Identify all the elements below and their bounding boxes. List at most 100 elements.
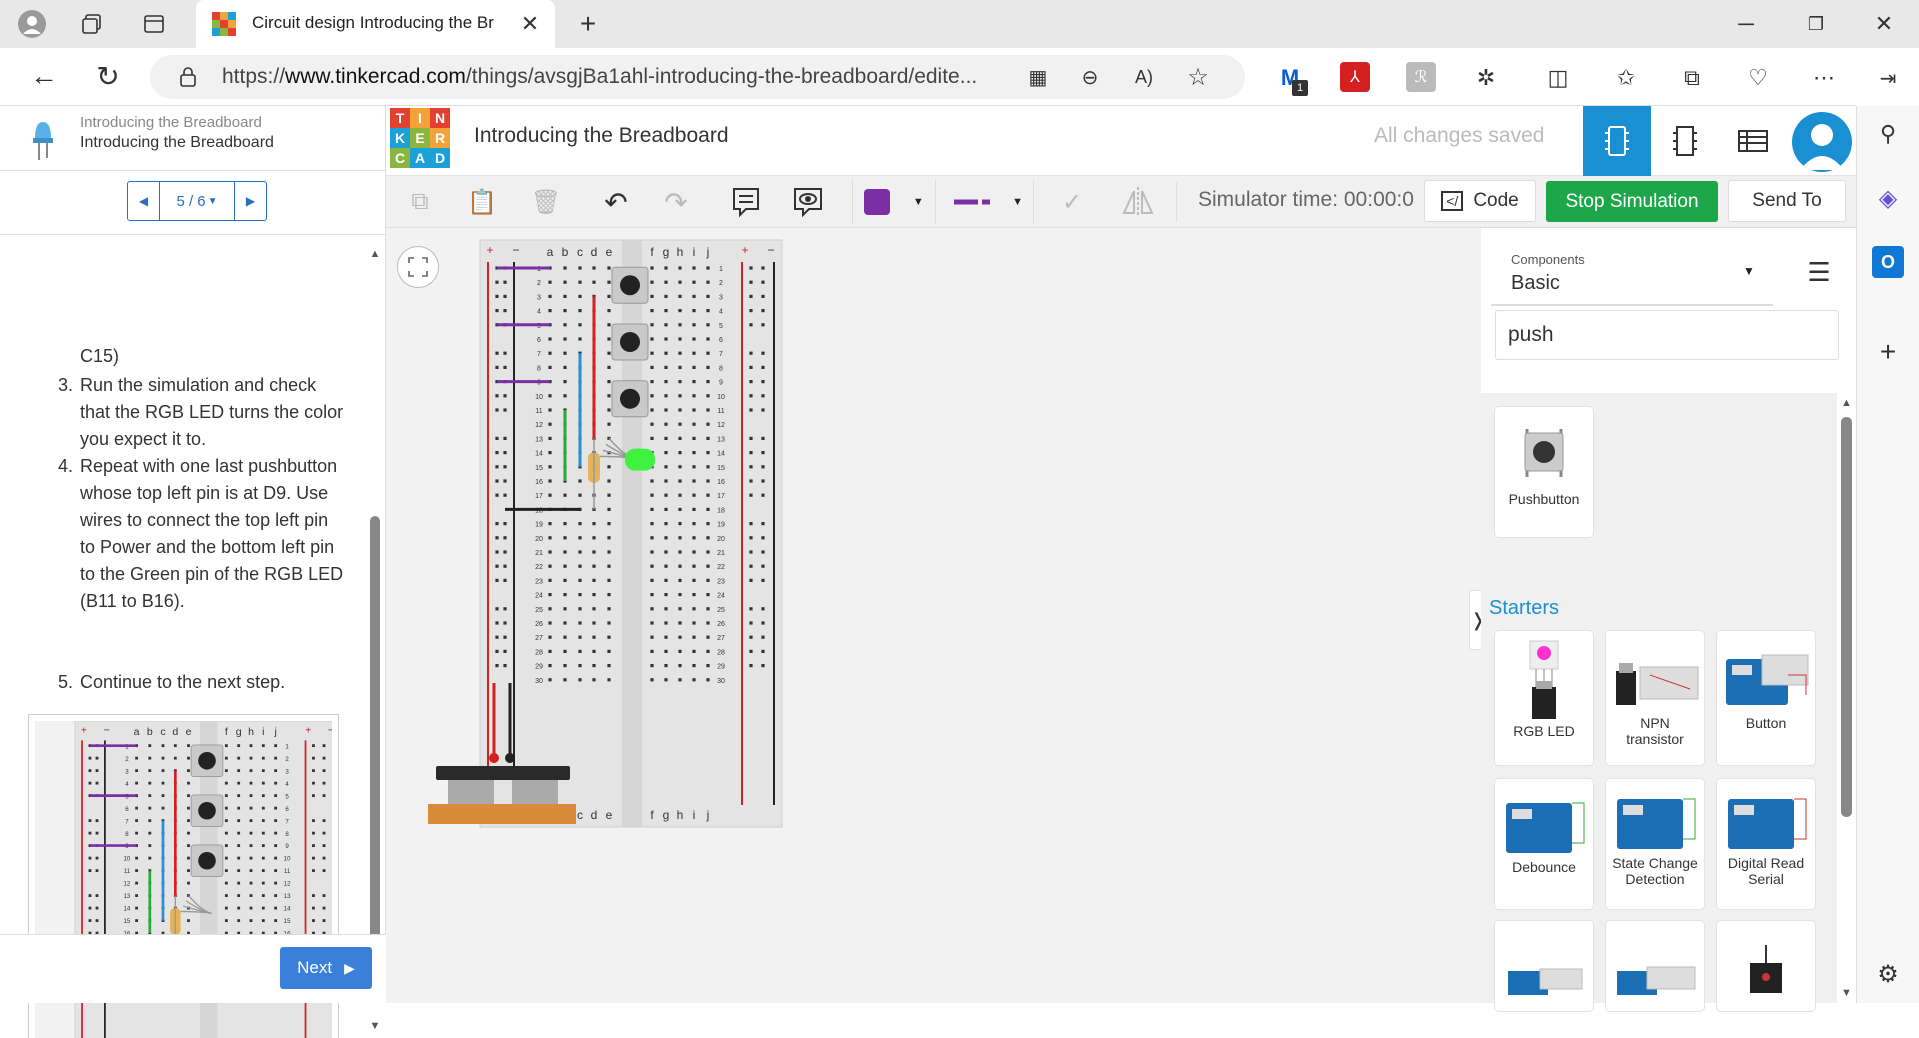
breadboard[interactable]: +−+−aabbccddeeffgghhiijj1122334455667788… [386,228,1481,1003]
copy-icon[interactable]: ⧉ [400,182,440,222]
flip-icon[interactable] [1118,182,1158,222]
stop-simulation-button[interactable]: Stop Simulation [1546,181,1718,222]
starter-card-npn-transistor[interactable]: NPN transistor [1606,631,1704,765]
schematic-view-button[interactable] [1651,106,1719,176]
breadboard-hole [563,280,567,284]
starter-card-debounce[interactable]: Debounce [1495,779,1593,909]
back-icon[interactable]: ← [24,56,64,96]
circuit-view-button[interactable] [1583,106,1651,176]
search-field[interactable]: push [1495,310,1839,360]
refresh-icon[interactable]: ↻ [88,56,128,96]
row-label: 21 [535,550,543,557]
extension-icon[interactable]: ℛ [1406,62,1436,92]
starter-card-button[interactable]: Button [1717,631,1815,765]
undo-icon[interactable]: ↶ [596,182,636,222]
breadboard-hole [563,337,567,341]
vertical-tabs-icon[interactable] [136,6,172,42]
component-card-pushbutton[interactable]: Pushbutton [1495,407,1593,537]
breadboard-hole [692,266,696,270]
sidebar-toggle-icon[interactable]: ⇥ [1872,62,1904,94]
design-title[interactable]: Introducing the Breadboard [474,124,729,148]
workplane-canvas[interactable]: +−+−aabbccddeeffgghhiijj1122334455667788… [386,228,1481,1003]
wire-style-dropdown[interactable]: ▼ [942,180,1034,224]
breadboard-hole [592,635,596,639]
rotate-icon[interactable]: ✓ [1052,182,1092,222]
step-text: Continue to the next step. [80,672,286,692]
lesson-scrollbar[interactable]: ▲ ▼ [367,246,383,1036]
collections-tabs-icon[interactable] [74,6,110,42]
panel-scrollbar[interactable]: ▲ ▼ [1837,393,1856,1003]
breadboard-hole [563,578,567,582]
prev-step-icon[interactable]: ◀ [128,182,160,220]
starter-card-more-2[interactable] [1606,921,1704,1011]
window-close-icon[interactable]: ✕ [1868,8,1900,40]
zoom-icon[interactable]: ⊖ [1074,61,1106,93]
code-button[interactable]: </ Code [1424,180,1536,222]
url-field[interactable]: https://www.tinkercad.com/things/avsgjBa… [150,55,1245,99]
new-tab-icon[interactable]: + [570,6,606,42]
favorites-icon[interactable]: ✩ [1610,62,1642,94]
more-menu-icon[interactable]: ⋯ [1808,62,1840,94]
row-label: 11 [717,408,724,415]
component-list-button[interactable] [1719,106,1787,176]
send-to-button[interactable]: Send To [1728,180,1846,222]
scroll-thumb[interactable] [1841,417,1852,817]
paste-icon[interactable]: 📋 [462,182,502,222]
pushbutton-cap [198,801,216,820]
next-button[interactable]: Next ▶ [280,947,372,989]
add-sidebar-app-icon[interactable]: + [1872,336,1904,368]
scroll-up-icon[interactable]: ▲ [367,246,383,262]
active-tab[interactable]: Circuit design Introducing the Br ✕ [196,0,555,48]
sidebar-settings-icon[interactable]: ⚙ [1872,958,1904,990]
starter-card-more-1[interactable] [1495,921,1593,1011]
profile-icon[interactable] [14,6,50,42]
outlook-icon[interactable]: O [1872,246,1904,278]
next-step-icon[interactable]: ▶ [234,182,266,220]
read-aloud-icon[interactable]: A) [1128,61,1160,93]
app-available-icon[interactable]: ▦ [1022,61,1054,93]
row-label: 13 [284,893,291,900]
starter-card-more-3[interactable] [1717,921,1815,1011]
copilot-icon[interactable]: ◈ [1872,182,1904,214]
breadboard-hole [578,664,582,668]
breadboard-hole [607,280,611,284]
components-dropdown[interactable]: Components Basic ▼ [1491,242,1773,306]
tinkercad-logo[interactable]: T I N K E R C A D [390,108,450,168]
redo-icon[interactable]: ↷ [656,182,696,222]
user-avatar[interactable] [1792,112,1852,172]
breadboard-hole [692,550,696,554]
search-icon[interactable]: ⚲ [1872,118,1904,150]
rail-hole [749,649,753,653]
collections-icon[interactable]: ⧉ [1676,62,1708,94]
split-screen-icon[interactable]: ◫ [1542,62,1574,94]
rail-hole [761,564,765,568]
note-icon[interactable] [726,182,766,222]
battery-body [428,804,576,824]
scroll-down-icon[interactable]: ▼ [367,1018,383,1034]
starter-card-digital-read-serial[interactable]: Digital Read Serial [1717,779,1815,909]
list-view-icon[interactable]: ☰ [1801,256,1837,288]
row-label: 25 [717,607,725,614]
rail-hole [503,635,507,639]
minimize-icon[interactable]: ─ [1730,8,1762,40]
scroll-thumb[interactable] [370,516,380,946]
step-dropdown[interactable]: 5 / 6 ▼ [160,182,234,220]
starter-card-rgb-led[interactable]: RGB LED [1495,631,1593,765]
row-label: 18 [717,507,725,514]
close-tab-icon[interactable]: ✕ [518,11,542,36]
notes-visibility-icon[interactable] [788,182,828,222]
scroll-down-icon[interactable]: ▼ [1838,985,1855,1001]
scroll-up-icon[interactable]: ▲ [1838,395,1855,411]
breadboard-hole [692,578,696,582]
breadboard-hole [578,550,582,554]
favorite-star-icon[interactable]: ☆ [1182,61,1214,93]
fill-color-dropdown[interactable]: ▼ [852,180,936,224]
starter-card-state-change-detection[interactable]: State Change Detection [1606,779,1704,909]
rail-hole [95,756,99,760]
starters-heading[interactable]: Starters [1489,597,1559,620]
extensions-puzzle-icon[interactable]: ✲ [1470,62,1502,94]
restore-icon[interactable]: ❐ [1800,8,1832,40]
pdf-extension-icon[interactable]: ⅄ [1340,62,1370,92]
delete-icon[interactable]: 🗑 [526,182,566,222]
browser-essentials-icon[interactable]: ♡ [1742,62,1774,94]
